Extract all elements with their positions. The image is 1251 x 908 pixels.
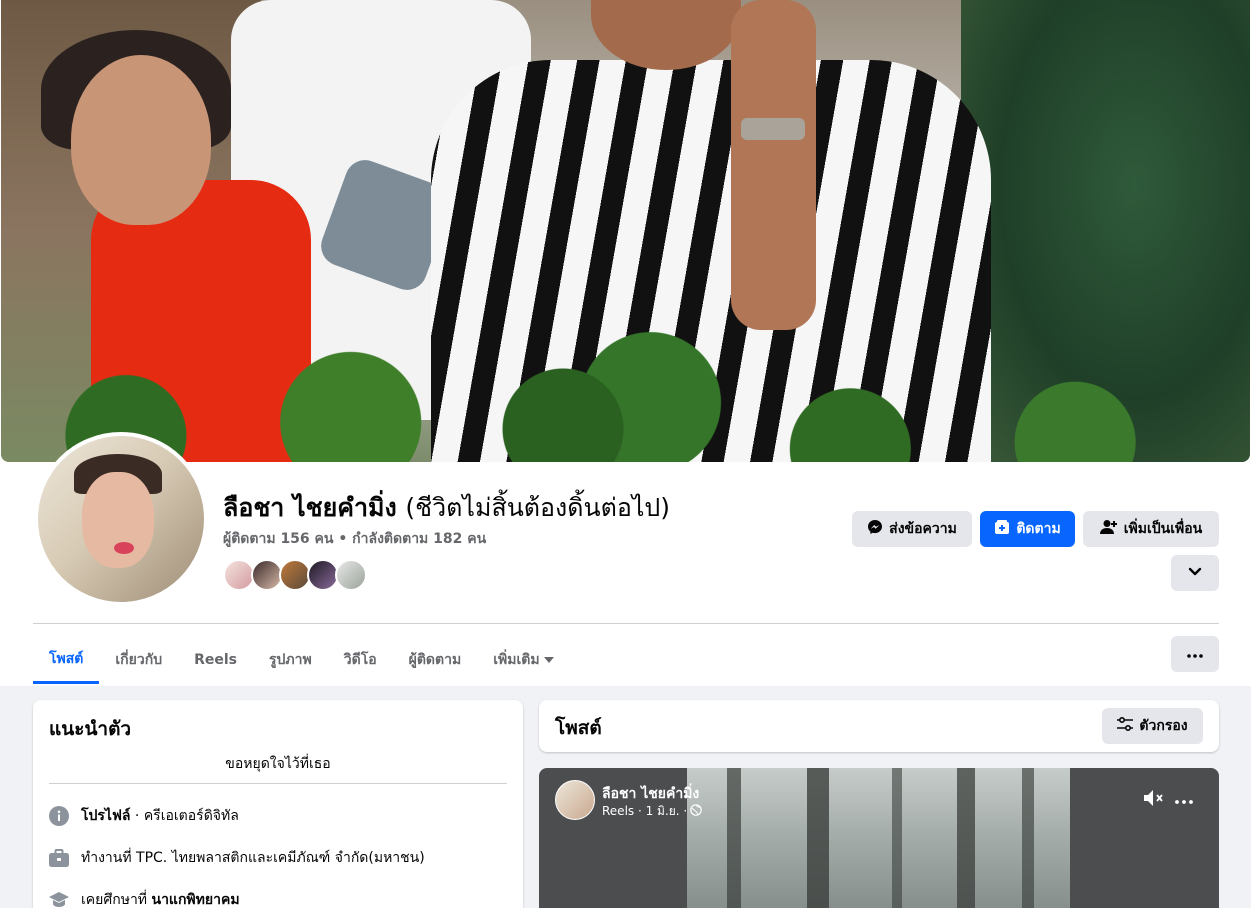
messenger-icon <box>867 519 883 539</box>
reel-more-icon[interactable] <box>1175 788 1193 809</box>
briefcase-icon <box>49 848 69 868</box>
friend-avatar[interactable] <box>335 559 367 591</box>
add-friend-button[interactable]: เพิ่มเป็นเพื่อน <box>1083 511 1219 547</box>
reel-author-avatar[interactable] <box>555 780 595 820</box>
tab-more-label: เพิ่มเติม <box>493 652 540 668</box>
message-button-label: ส่งข้อความ <box>889 521 957 537</box>
add-friend-icon <box>1099 519 1118 539</box>
info-icon <box>49 806 69 826</box>
message-button[interactable]: ส่งข้อความ <box>852 511 972 547</box>
intro-profile-label: โปรไฟล์ <box>81 808 131 824</box>
intro-card: แนะนำตัว ขอหยุดใจไว้ที่เธอ โปรไฟล์ · ครี… <box>33 700 523 908</box>
tab-followers[interactable]: ผู้ติดตาม <box>393 636 478 684</box>
intro-study-prefix: เคยศึกษาที่ <box>81 892 152 908</box>
globe-icon <box>690 804 703 819</box>
intro-bio: ขอหยุดใจไว้ที่เธอ <box>225 756 331 772</box>
profile-avatar[interactable] <box>34 432 208 606</box>
follow-icon <box>994 519 1010 539</box>
tab-reels[interactable]: Reels <box>178 636 253 684</box>
profile-name-text: ลือชา ไชยคำมิ่ง <box>223 493 397 522</box>
tab-posts[interactable]: โพสต์ <box>33 636 100 684</box>
intro-profile-row: โปรไฟล์ · ครีเอเตอร์ดิจิทัล <box>49 805 239 827</box>
header-divider <box>33 623 1219 624</box>
intro-education-row: เคยศึกษาที่ นาแกพิทยาคม <box>49 889 240 908</box>
tab-more[interactable]: เพิ่มเติม <box>477 636 569 684</box>
intro-work-row: ทำงานที่ TPC. ไทยพลาสติกและเคมีภัณฑ์ จำก… <box>49 847 425 869</box>
posts-header-card: โพสต์ ตัวกรอง <box>539 700 1219 752</box>
intro-divider <box>49 783 507 784</box>
more-icon <box>1187 646 1203 662</box>
graduation-cap-icon <box>49 890 69 908</box>
reel-meta-text: Reels · 1 มิ.ย. · <box>602 804 688 818</box>
profile-alternate-name: (ชีวิตไม่สิ้นต้องดิ้นต่อไป) <box>405 493 671 522</box>
tab-photos[interactable]: รูปภาพ <box>253 636 328 684</box>
tab-about[interactable]: เกี่ยวกับ <box>99 636 178 684</box>
friend-avatars <box>223 559 367 591</box>
chevron-down-icon <box>1188 565 1202 581</box>
profile-options-button[interactable] <box>1171 555 1219 591</box>
profile-tabs: โพสต์ เกี่ยวกับ Reels รูปภาพ วิดีโอ ผู้ต… <box>33 636 570 684</box>
follow-button[interactable]: ติดตาม <box>980 511 1075 547</box>
filter-icon <box>1117 716 1134 735</box>
intro-study-school[interactable]: นาแกพิทยาคม <box>152 892 240 908</box>
filter-button-label: ตัวกรอง <box>1139 718 1188 734</box>
more-options-button[interactable] <box>1171 636 1219 672</box>
intro-profile-category: · ครีเอเตอร์ดิจิทัล <box>130 808 239 824</box>
reel-post[interactable]: ลือชา ไชยคำมิ่ง Reels · 1 มิ.ย. · <box>539 768 1219 908</box>
follow-stats[interactable]: ผู้ติดตาม 156 คน • กำลังติดตาม 182 คน <box>223 528 486 550</box>
profile-name: ลือชา ไชยคำมิ่ง (ชีวิตไม่สิ้นต้องดิ้นต่อ… <box>223 488 670 528</box>
intro-title: แนะนำตัว <box>49 718 132 740</box>
filter-button[interactable]: ตัวกรอง <box>1102 708 1203 744</box>
posts-title: โพสต์ <box>555 717 602 739</box>
reel-video[interactable] <box>687 768 1070 908</box>
caret-down-icon <box>543 652 554 668</box>
tab-videos[interactable]: วิดีโอ <box>328 636 393 684</box>
reel-meta: Reels · 1 มิ.ย. · <box>602 802 703 821</box>
follow-button-label: ติดตาม <box>1016 521 1061 537</box>
add-friend-button-label: เพิ่มเป็นเพื่อน <box>1123 521 1203 537</box>
mute-icon[interactable] <box>1142 788 1166 808</box>
intro-work: ทำงานที่ TPC. ไทยพลาสติกและเคมีภัณฑ์ จำก… <box>81 850 425 866</box>
cover-photo[interactable] <box>1 0 1250 462</box>
